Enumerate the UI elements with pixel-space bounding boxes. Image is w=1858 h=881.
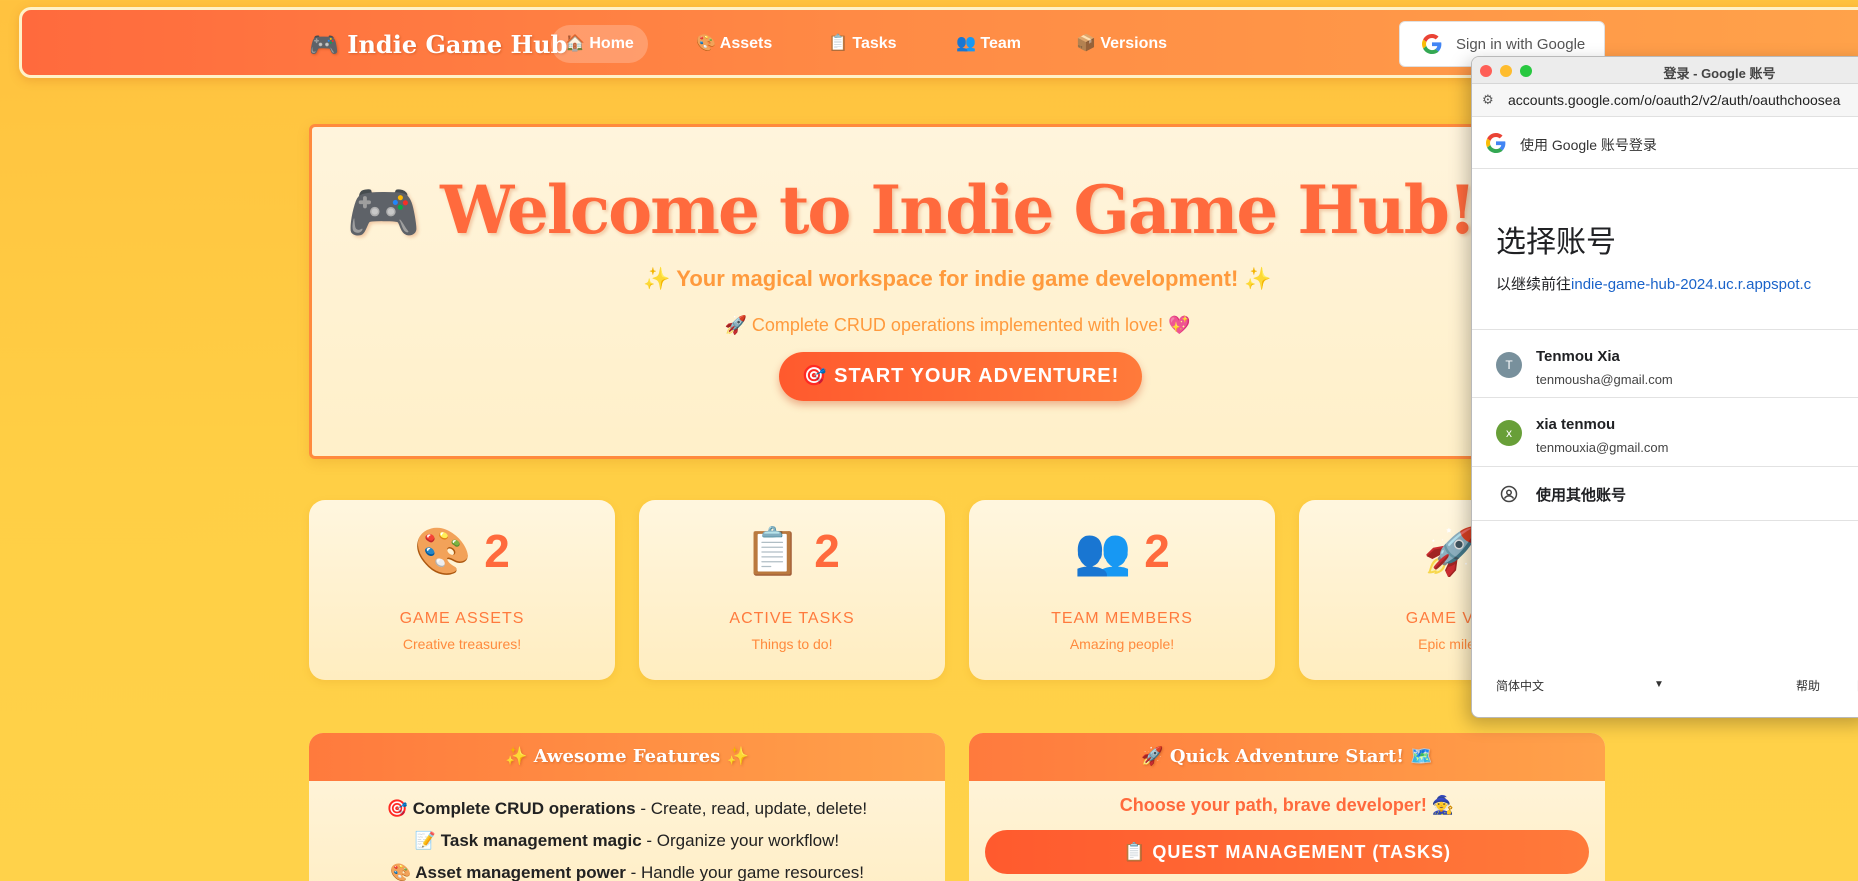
feature-item: 🎯 Complete CRUD operations - Create, rea… — [386, 799, 868, 818]
google-signin-popup: 登录 - Google 账号 ⚙ accounts.google.com/o/o… — [1471, 56, 1858, 718]
google-g-icon — [1486, 133, 1506, 153]
nav-tasks[interactable]: 📋 Tasks — [814, 25, 911, 63]
use-other-account-label: 使用其他账号 — [1536, 487, 1627, 504]
stat-subtitle: Amazing people! — [1069, 636, 1175, 652]
stat-subtitle: Creative treasures! — [402, 636, 522, 652]
site-settings-icon[interactable]: ⚙ — [1482, 92, 1494, 108]
continue-to-text: 以继续前往indie-game-hub-2024.uc.r.appspot.c — [1496, 276, 1812, 293]
language-selector[interactable]: 简体中文 — [1496, 677, 1544, 694]
stat-card-assets[interactable]: 🎨 2 GAME ASSETS Creative treasures! — [309, 500, 615, 680]
popup-window-title: 登录 - Google 账号 — [1663, 66, 1776, 81]
popup-url[interactable]: accounts.google.com/o/oauth2/v2/auth/oau… — [1508, 92, 1840, 108]
person-circle-icon — [1500, 485, 1518, 503]
quick-start-title: 🚀 Quick Adventure Start! 🗺️ — [969, 733, 1605, 781]
avatar: x — [1496, 420, 1522, 446]
feature-item: 🎨 Asset management power - Handle your g… — [389, 863, 865, 881]
signin-label: Sign in with Google — [1456, 35, 1586, 53]
stat-count: 2 — [484, 525, 510, 577]
stat-label: GAME ASSETS — [399, 610, 525, 627]
popup-header-text: 使用 Google 账号登录 — [1520, 137, 1657, 153]
nav-versions[interactable]: 📦 Versions — [1062, 25, 1181, 63]
hero-banner: 🎮 Welcome to Indie Game Hub! 🎮 ✨ Your ma… — [309, 124, 1606, 459]
popup-header: 使用 Google 账号登录 — [1472, 117, 1858, 169]
stat-count: 2 — [1144, 525, 1170, 577]
brand-logo[interactable]: 🎮 Indie Game Hub — [309, 30, 567, 59]
start-adventure-button[interactable]: 🎯 START YOUR ADVENTURE! — [779, 352, 1142, 401]
quest-management-button[interactable]: 📋 QUEST MANAGEMENT (TASKS) — [985, 830, 1589, 874]
use-other-account-row[interactable]: 使用其他账号 — [1472, 467, 1858, 521]
avatar: T — [1496, 352, 1522, 378]
palette-icon: 🎨 — [414, 525, 472, 577]
stat-count: 2 — [814, 525, 840, 577]
hero-title-text: Welcome to Indie Game Hub! — [440, 171, 1477, 249]
account-email: tenmousha@gmail.com — [1536, 372, 1673, 387]
account-email: tenmouxia@gmail.com — [1536, 440, 1669, 455]
hero-title: 🎮 Welcome to Indie Game Hub! 🎮 — [312, 171, 1603, 249]
account-name: xia tenmou — [1536, 416, 1616, 433]
app-domain-link[interactable]: indie-game-hub-2024.uc.r.appspot.c — [1571, 276, 1811, 293]
stat-card-team[interactable]: 👥 2 TEAM MEMBERS Amazing people! — [969, 500, 1275, 680]
hero-subtitle: ✨ Your magical workspace for indie game … — [643, 266, 1272, 291]
stat-card-tasks[interactable]: 📋 2 ACTIVE TASKS Things to do! — [639, 500, 945, 680]
feature-item: 📝 Task management magic - Organize your … — [414, 831, 840, 850]
stat-subtitle: Things to do! — [751, 636, 833, 652]
choose-account-heading: 选择账号 — [1496, 226, 1616, 259]
account-row[interactable]: T Tenmou Xia tenmousha@gmail.com — [1472, 329, 1858, 398]
nav-assets[interactable]: 🎨 Assets — [682, 25, 786, 63]
popup-titlebar: 登录 - Google 账号 — [1472, 57, 1858, 84]
quick-start-subtitle: Choose your path, brave developer! 🧙 — [1119, 795, 1455, 815]
nav-team[interactable]: 👥 Team — [942, 25, 1035, 63]
stat-label: TEAM MEMBERS — [1051, 610, 1193, 627]
stat-label: ACTIVE TASKS — [729, 610, 855, 627]
popup-url-bar[interactable]: ⚙ accounts.google.com/o/oauth2/v2/auth/o… — [1472, 84, 1858, 117]
gamepad-icon: 🎮 — [346, 178, 421, 248]
help-link[interactable]: 帮助 — [1796, 677, 1820, 694]
google-g-icon — [1422, 34, 1442, 54]
people-icon: 👥 — [1074, 525, 1132, 577]
account-name: Tenmou Xia — [1536, 348, 1620, 365]
features-title: ✨ Awesome Features ✨ — [309, 733, 945, 781]
quick-start-panel: 🚀 Quick Adventure Start! 🗺️ Choose your … — [969, 733, 1605, 881]
caret-down-icon[interactable]: ▼ — [1654, 679, 1664, 690]
features-panel: ✨ Awesome Features ✨ 🎯 Complete CRUD ope… — [309, 733, 945, 881]
account-row[interactable]: x xia tenmou tenmouxia@gmail.com — [1472, 398, 1858, 467]
nav-home[interactable]: 🏠 Home — [551, 25, 648, 63]
clipboard-icon: 📋 — [744, 525, 802, 577]
hero-crud-line: 🚀 Complete CRUD operations implemented w… — [724, 315, 1191, 335]
